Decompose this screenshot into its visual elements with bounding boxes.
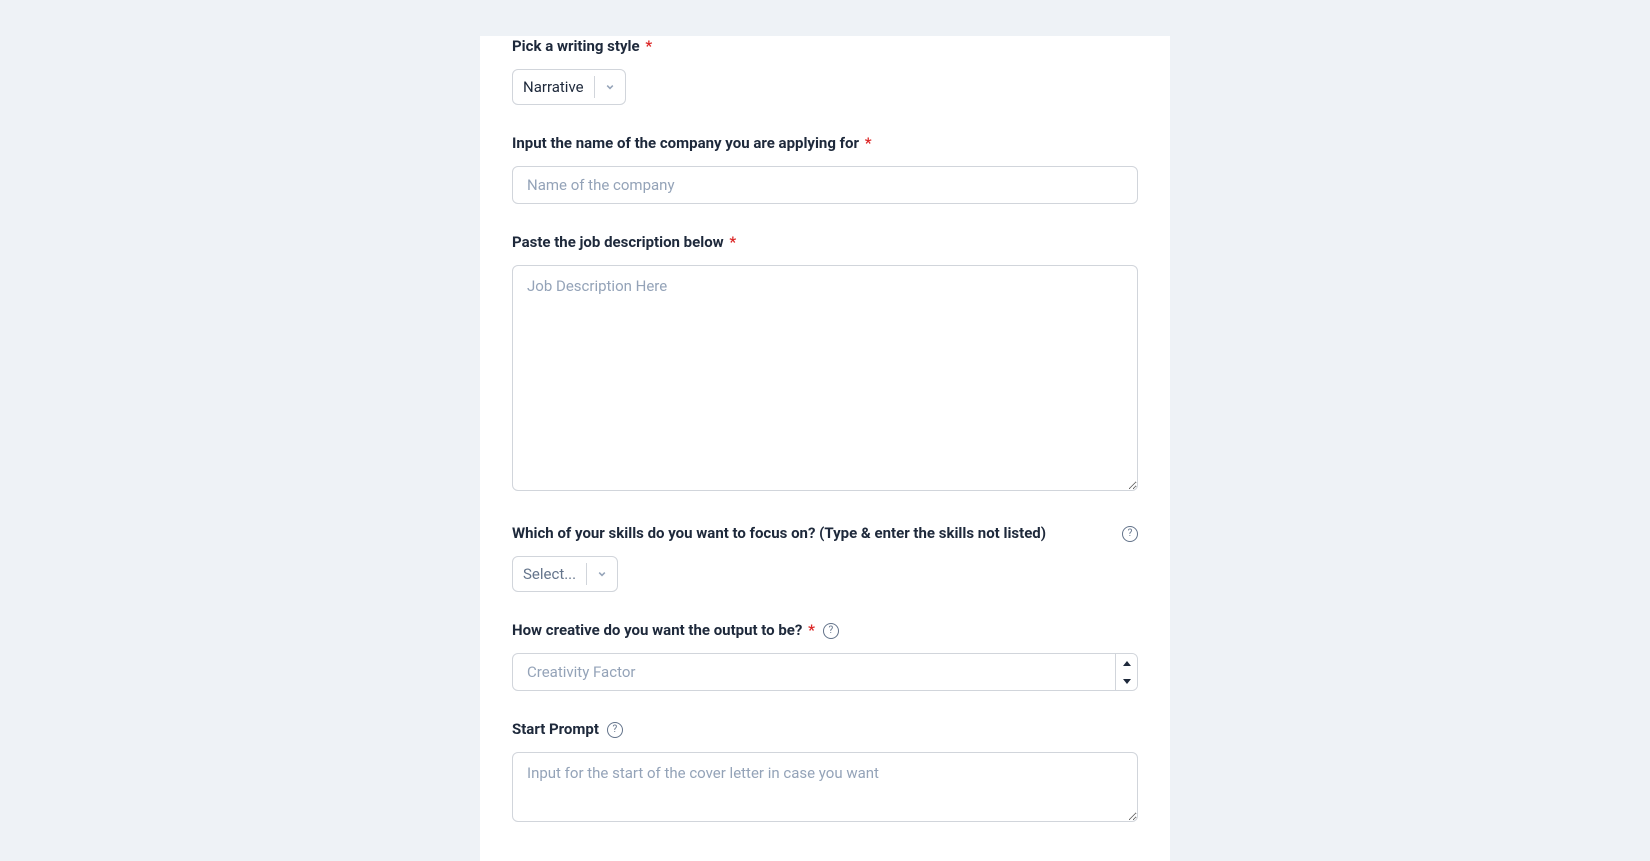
label-text: How creative do you want the output to b… xyxy=(512,621,802,639)
help-icon[interactable]: ? xyxy=(607,722,623,738)
writing-style-select[interactable]: Narrative xyxy=(512,69,626,105)
stepper-up-button[interactable] xyxy=(1116,654,1137,672)
job-description-textarea[interactable] xyxy=(512,265,1138,491)
label-text: Pick a writing style xyxy=(512,37,640,55)
required-asterisk: * xyxy=(865,134,872,152)
stepper-down-button[interactable] xyxy=(1116,672,1137,690)
creativity-input-wrap xyxy=(512,653,1138,691)
writing-style-label: Pick a writing style * xyxy=(512,36,1138,57)
label-text: Input the name of the company you are ap… xyxy=(512,134,859,152)
start-prompt-label: Start Prompt ? xyxy=(512,719,1138,740)
job-description-group: Paste the job description below * xyxy=(512,232,1138,495)
creativity-label: How creative do you want the output to b… xyxy=(512,620,1138,641)
form-card: Pick a writing style * Narrative Input t… xyxy=(480,36,1170,861)
chevron-down-icon xyxy=(595,70,625,104)
creativity-input[interactable] xyxy=(512,653,1138,691)
required-asterisk: * xyxy=(645,37,652,55)
label-text: Start Prompt xyxy=(512,719,599,740)
skills-label: Which of your skills do you want to focu… xyxy=(512,523,1138,544)
caret-down-icon xyxy=(1123,679,1131,684)
select-placeholder: Select... xyxy=(513,557,586,591)
label-text: Which of your skills do you want to focu… xyxy=(512,523,1046,544)
job-description-label: Paste the job description below * xyxy=(512,232,1138,253)
skills-group: Which of your skills do you want to focu… xyxy=(512,523,1138,592)
start-prompt-group: Start Prompt ? xyxy=(512,719,1138,826)
creativity-stepper xyxy=(1115,654,1137,690)
select-value: Narrative xyxy=(513,70,594,104)
caret-up-icon xyxy=(1123,661,1131,666)
label-text: Paste the job description below xyxy=(512,233,724,251)
required-asterisk: * xyxy=(729,233,736,251)
creativity-group: How creative do you want the output to b… xyxy=(512,620,1138,691)
writing-style-group: Pick a writing style * Narrative xyxy=(512,36,1138,105)
required-asterisk: * xyxy=(808,621,815,639)
help-icon[interactable]: ? xyxy=(1122,526,1138,542)
help-icon[interactable]: ? xyxy=(823,623,839,639)
skills-select[interactable]: Select... xyxy=(512,556,618,592)
company-name-group: Input the name of the company you are ap… xyxy=(512,133,1138,204)
start-prompt-textarea[interactable] xyxy=(512,752,1138,822)
chevron-down-icon xyxy=(587,557,617,591)
company-name-input[interactable] xyxy=(512,166,1138,204)
company-name-label: Input the name of the company you are ap… xyxy=(512,133,1138,154)
